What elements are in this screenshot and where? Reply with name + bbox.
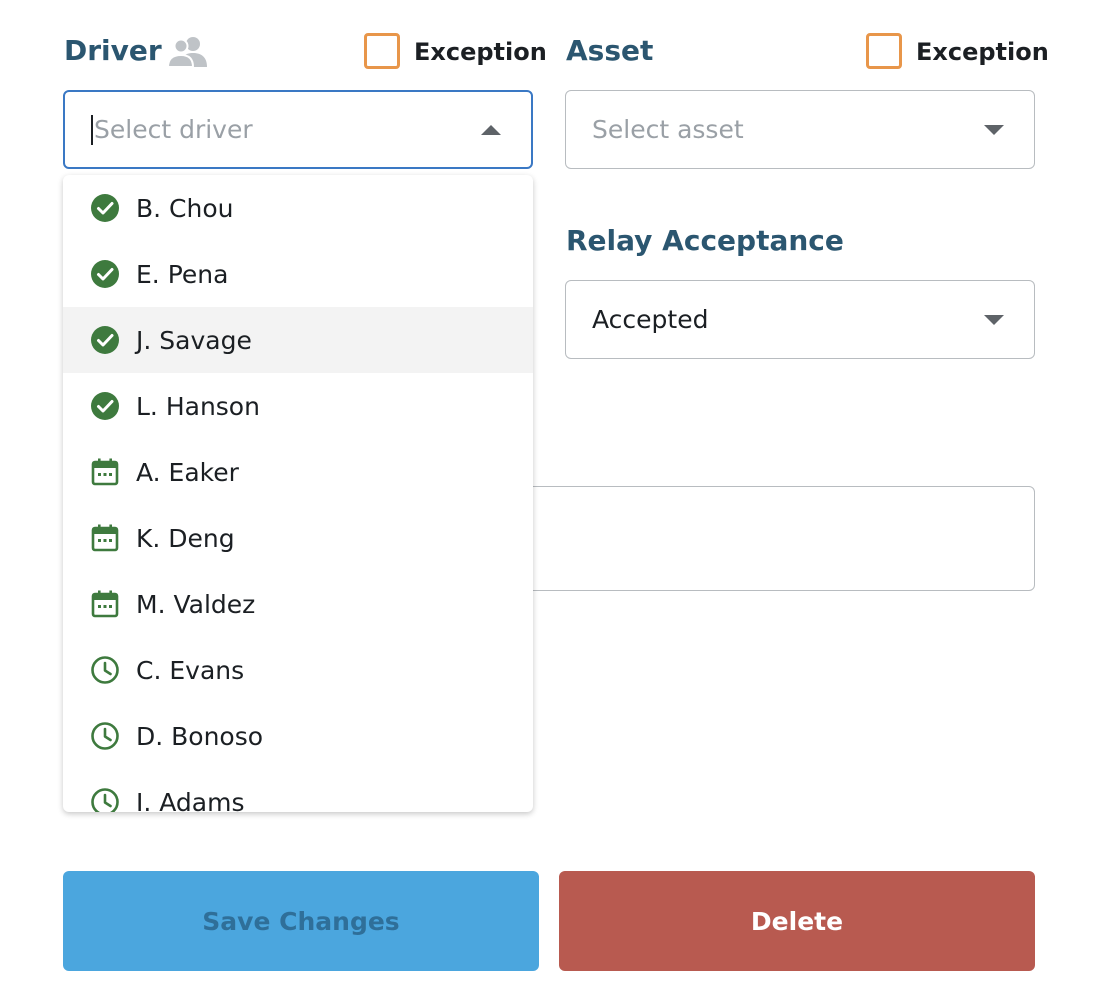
clock-icon bbox=[90, 787, 120, 812]
relay-acceptance-value: Accepted bbox=[592, 305, 709, 334]
driver-option-name: A. Eaker bbox=[136, 457, 239, 487]
driver-option[interactable]: C. Evans bbox=[63, 637, 533, 703]
check-circle-icon bbox=[90, 193, 120, 223]
clock-icon bbox=[90, 721, 120, 751]
driver-option[interactable]: D. Bonoso bbox=[63, 703, 533, 769]
driver-option-name: E. Pena bbox=[136, 259, 229, 289]
driver-option-name: J. Savage bbox=[136, 325, 252, 355]
check-circle-icon bbox=[90, 391, 120, 421]
caret-down-icon[interactable] bbox=[984, 314, 1004, 325]
driver-option[interactable]: L. Hanson bbox=[63, 373, 533, 439]
driver-select[interactable]: Select driver bbox=[63, 90, 533, 169]
check-circle-icon bbox=[90, 259, 120, 289]
asset-label: Asset bbox=[566, 34, 654, 67]
clock-icon bbox=[90, 655, 120, 685]
driver-option[interactable]: E. Pena bbox=[63, 241, 533, 307]
driver-option-name: M. Valdez bbox=[136, 589, 256, 619]
users-icon bbox=[166, 34, 210, 68]
driver-option-name: D. Bonoso bbox=[136, 721, 264, 751]
driver-option-name: B. Chou bbox=[136, 193, 234, 223]
relay-acceptance-select[interactable]: Accepted bbox=[565, 280, 1035, 359]
asset-select-placeholder: Select asset bbox=[592, 115, 744, 144]
driver-option[interactable]: K. Deng bbox=[63, 505, 533, 571]
text-cursor bbox=[91, 114, 93, 145]
driver-option[interactable]: M. Valdez bbox=[63, 571, 533, 637]
calendar-icon bbox=[90, 589, 120, 619]
driver-exception-label: Exception bbox=[414, 38, 547, 66]
driver-option-name: L. Hanson bbox=[136, 391, 260, 421]
driver-option-name: K. Deng bbox=[136, 523, 235, 553]
check-circle-icon bbox=[90, 325, 120, 355]
save-changes-button[interactable]: Save Changes bbox=[63, 871, 539, 971]
driver-option-name: C. Evans bbox=[136, 655, 245, 685]
driver-dropdown-list[interactable]: B. Chou E. Pena J. Savage L. Hanson A. Eaker… bbox=[63, 175, 533, 812]
driver-option[interactable]: J. Savage bbox=[63, 307, 533, 373]
relay-acceptance-label: Relay Acceptance bbox=[566, 224, 844, 257]
caret-down-icon[interactable] bbox=[984, 124, 1004, 135]
asset-select[interactable]: Select asset bbox=[565, 90, 1035, 169]
driver-label: Driver bbox=[64, 34, 162, 67]
asset-exception-label: Exception bbox=[916, 38, 1049, 66]
driver-option-name: I. Adams bbox=[136, 787, 245, 813]
driver-option[interactable]: I. Adams bbox=[63, 769, 533, 812]
driver-option[interactable]: A. Eaker bbox=[63, 439, 533, 505]
asset-exception-checkbox[interactable] bbox=[866, 33, 902, 69]
calendar-icon bbox=[90, 457, 120, 487]
driver-option[interactable]: B. Chou bbox=[63, 175, 533, 241]
caret-up-icon[interactable] bbox=[481, 124, 501, 135]
calendar-icon bbox=[90, 523, 120, 553]
delete-button[interactable]: Delete bbox=[559, 871, 1035, 971]
driver-select-placeholder: Select driver bbox=[94, 115, 253, 144]
driver-exception-checkbox[interactable] bbox=[364, 33, 400, 69]
